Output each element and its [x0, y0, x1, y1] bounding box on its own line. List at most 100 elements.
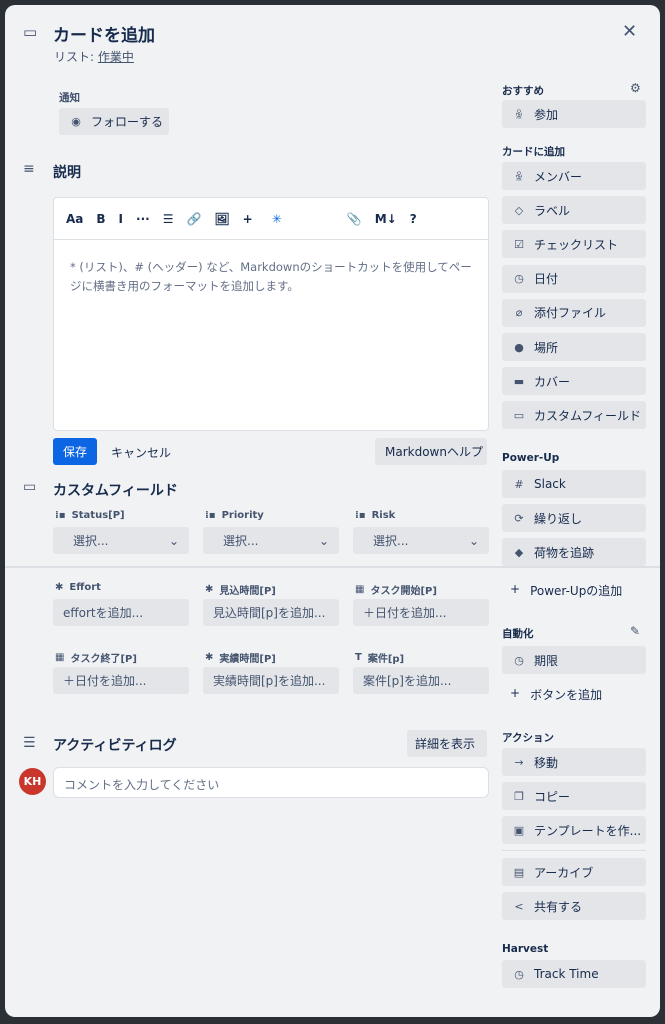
- custom-field-value: 選択...: [223, 534, 259, 548]
- comment-input[interactable]: コメントを入力してください: [53, 767, 489, 798]
- template-icon: ▣: [513, 823, 525, 837]
- card-title[interactable]: カードを追加: [53, 21, 155, 46]
- sidebar-button[interactable]: ⟳ 繰り返し: [502, 504, 646, 532]
- sidebar-button[interactable]: ꆜ メンバー: [502, 162, 646, 190]
- toolbar-button[interactable]: 🖼: [214, 212, 229, 226]
- custom-field-label: ▦ タスク開始[P]: [355, 584, 437, 597]
- sidebar-button[interactable]: ⌀ 添付ファイル: [502, 298, 646, 327]
- custom-field-label: ⁞▪ Priority: [205, 510, 264, 521]
- toolbar-button[interactable]: ☰: [163, 212, 174, 226]
- sidebar-button[interactable]: ▤ アーカイブ: [502, 858, 646, 886]
- sidebar-button[interactable]: # Slack: [502, 470, 646, 498]
- sidebar-button[interactable]: ● 場所: [502, 333, 646, 361]
- sidebar-button[interactable]: ▭ カスタムフィールド: [502, 401, 646, 430]
- save-button[interactable]: 保存: [53, 438, 97, 465]
- clock-icon: ◷: [514, 272, 524, 286]
- list-icon: ⁞▪: [55, 510, 66, 521]
- sidebar-button-label: 場所: [534, 340, 559, 355]
- gear-icon[interactable]: ⚙: [630, 81, 641, 95]
- calendar-icon: ▦: [355, 584, 365, 595]
- text-icon: T: [355, 652, 362, 663]
- sidebar-button[interactable]: ◷ 期限: [502, 646, 646, 674]
- toolbar-button[interactable]: Aa: [66, 212, 83, 226]
- card-modal: ▭ カードを追加 リスト: 作業中 ✕ 通知 ◉ フォローする ≡ 説明 Aa B I…: [5, 5, 660, 1017]
- toolbar-button[interactable]: ✳: [272, 212, 282, 226]
- custom-field-input[interactable]: 案件[p]を追加...: [353, 667, 489, 694]
- custom-field-value: effortを追加...: [63, 606, 144, 620]
- sidebar-button[interactable]: ◆ 荷物を追跡: [502, 538, 646, 566]
- sidebar-add-button[interactable]: + ボタンを追加: [510, 686, 602, 703]
- custom-field-input[interactable]: ＋日付を追加...: [53, 667, 189, 694]
- sidebar-button-label: 荷物を追跡: [534, 545, 595, 560]
- markdown-help-button[interactable]: Markdownヘルプ: [375, 438, 487, 465]
- sidebar-button-label: 共有する: [534, 899, 583, 914]
- sidebar-button[interactable]: ꆜ 参加: [502, 100, 646, 128]
- toolbar-button[interactable]: 📎: [347, 212, 362, 226]
- sidebar-heading: カードに追加: [502, 146, 565, 158]
- person-icon: ꆜ: [514, 108, 524, 122]
- show-details-button[interactable]: 詳細を表示: [407, 730, 487, 757]
- custom-field-input[interactable]: 実績時間[p]を追加...: [203, 667, 339, 694]
- sidebar-button[interactable]: ▣ テンプレートを作...: [502, 816, 646, 844]
- toolbar-button[interactable]: B: [96, 212, 105, 226]
- sidebar-button-label: Track Time: [534, 967, 599, 981]
- custom-field-input[interactable]: effortを追加...: [53, 599, 189, 626]
- activity-title: アクティビティログ: [53, 738, 177, 754]
- pencil-icon[interactable]: ✎: [630, 624, 640, 638]
- description-title: 説明: [53, 165, 81, 181]
- custom-field-input[interactable]: 選択... ⌄: [353, 527, 489, 554]
- chevron-down-icon: ⌄: [468, 533, 479, 548]
- avatar[interactable]: KH: [19, 768, 46, 795]
- custom-field-input[interactable]: 選択... ⌄: [53, 527, 189, 554]
- toolbar-button[interactable]: ···: [136, 212, 150, 226]
- sidebar-button-label: アーカイブ: [534, 865, 594, 880]
- custom-field-icon: ▭: [23, 479, 37, 495]
- list-link[interactable]: 作業中: [98, 50, 134, 64]
- sidebar-button[interactable]: < 共有する: [502, 892, 646, 920]
- divider: [5, 566, 660, 568]
- sidebar-button[interactable]: ◷ 日付: [502, 264, 646, 293]
- sidebar-button[interactable]: ☑ チェックリスト: [502, 230, 646, 259]
- custom-field-value: 見込時間[p]を追加...: [213, 606, 326, 620]
- sidebar-button[interactable]: ❐ コピー: [502, 782, 646, 810]
- divider: [502, 850, 646, 851]
- sidebar-add-button[interactable]: + Power-Upの追加: [510, 582, 622, 599]
- checkbox-icon: ☑: [514, 237, 524, 251]
- calendar-icon: ▦: [55, 652, 65, 663]
- sidebar-button-label: カバー: [534, 374, 571, 389]
- toolbar-button[interactable]: I: [119, 212, 123, 226]
- chevron-down-icon: ⌄: [318, 533, 329, 548]
- tag-icon: ◇: [514, 203, 524, 217]
- sidebar-button[interactable]: ◇ ラベル: [502, 196, 646, 225]
- sidebar-button-label: ラベル: [534, 203, 571, 218]
- sidebar-heading: アクション: [502, 732, 554, 744]
- toolbar-button[interactable]: M↓: [375, 212, 397, 226]
- custom-field-input[interactable]: 選択... ⌄: [203, 527, 339, 554]
- description-editor[interactable]: Aa B I ··· ☰ 🔗 🖼 + ✳ 📎 M↓? * (リスト)、# (ヘッダー) など、Mar…: [53, 197, 489, 431]
- list-icon: ⁞▪: [205, 510, 216, 521]
- cancel-button[interactable]: キャンセル: [111, 444, 171, 461]
- custom-field-input[interactable]: ＋日付を追加...: [353, 599, 489, 626]
- toolbar-button[interactable]: +: [243, 212, 253, 226]
- custom-field-value: ＋日付を追加...: [63, 674, 147, 688]
- close-icon[interactable]: ✕: [622, 21, 637, 42]
- sidebar-button-label: Slack: [534, 477, 566, 491]
- sidebar-button-label: 期限: [534, 653, 559, 668]
- sidebar-button[interactable]: ▬ カバー: [502, 367, 646, 396]
- sidebar-button[interactable]: ◷ Track Time: [502, 960, 646, 988]
- follow-button[interactable]: ◉ フォローする: [59, 108, 169, 135]
- sidebar-button[interactable]: → 移動: [502, 748, 646, 776]
- number-icon: ✱: [55, 582, 64, 593]
- sidebar-heading: おすすめ: [502, 85, 544, 97]
- editor-toolbar: Aa B I ··· ☰ 🔗 🖼 + ✳ 📎 M↓?: [54, 198, 488, 240]
- sidebar-button-label: 添付ファイル: [534, 306, 607, 321]
- custom-field-value: 実績時間[p]を追加...: [213, 674, 326, 688]
- custom-field-label: T 案件[p]: [355, 652, 405, 665]
- toolbar-button[interactable]: 🔗: [186, 212, 201, 226]
- custom-field-input[interactable]: 見込時間[p]を追加...: [203, 599, 339, 626]
- custom-field-label: ✱ 見込時間[P]: [205, 584, 276, 597]
- custom-fields-title: カスタムフィールド: [53, 483, 178, 499]
- custom-field-icon: ▭: [513, 408, 525, 422]
- toolbar-button[interactable]: ?: [410, 212, 417, 226]
- repeat-icon: ⟳: [514, 511, 524, 525]
